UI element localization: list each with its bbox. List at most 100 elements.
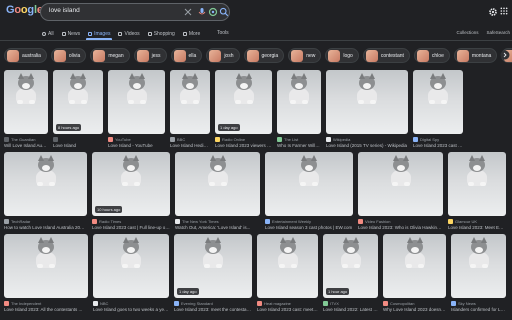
result-title[interactable]: Watch Out, America: 'Love Island' is...	[175, 225, 260, 230]
result-source[interactable]: The Guardian	[4, 137, 48, 142]
mic-icon[interactable]	[197, 7, 207, 17]
result-thumbnail[interactable]	[4, 234, 88, 298]
image-result[interactable]: The Independent Love Island 2023: All the…	[4, 234, 88, 312]
result-thumbnail[interactable]	[4, 70, 48, 134]
chip-olivia[interactable]: olivia	[50, 48, 87, 63]
chip-jess[interactable]: jess	[133, 48, 167, 63]
result-title[interactable]: Love Island 2023 cast - meet the new ...	[413, 143, 463, 148]
result-title[interactable]: How to watch Love Island Australia 2022 …	[4, 225, 87, 230]
result-title[interactable]: Love Island 2023: meet the contestants .…	[174, 307, 252, 312]
image-result[interactable]: Video Fashion Love Island 2023: Who is Ol…	[358, 152, 443, 230]
result-title[interactable]: Love Island goes to two weeks a year ...	[93, 307, 169, 312]
chip-montana[interactable]: montana	[453, 48, 498, 63]
tab-more[interactable]: More	[182, 29, 200, 39]
image-result[interactable]: 1 day ago Radio Online Love Island 2023 vi…	[215, 70, 272, 148]
result-title[interactable]: Love Island 2023: Meet Empowering ...	[448, 225, 506, 230]
result-thumbnail[interactable]	[383, 234, 446, 298]
tab-videos[interactable]: Videos	[118, 29, 140, 39]
search-icon[interactable]	[219, 7, 229, 17]
result-source[interactable]: Heat magazine	[257, 301, 318, 306]
result-source[interactable]: Entertainment Weekly	[265, 219, 353, 224]
search-input[interactable]: love island	[49, 7, 80, 14]
result-source[interactable]: NBC	[93, 301, 169, 306]
image-result[interactable]: The GuardianWill Love Island Australia f…	[4, 70, 48, 148]
result-source[interactable]: The New York Times	[175, 219, 260, 224]
result-source[interactable]: Digital Spy	[413, 137, 463, 142]
image-result[interactable]: Sky NewsIslanders confirmed for Love Isl…	[451, 234, 506, 312]
result-title[interactable]: Love Island 2022: Latest news, views ...	[323, 307, 378, 312]
result-source[interactable]	[53, 137, 103, 142]
result-title[interactable]: Love Island - YouTube	[108, 143, 165, 148]
image-result[interactable]: Entertainment Weekly Love Island season 3…	[265, 152, 353, 230]
result-source[interactable]: ITVX	[323, 301, 378, 306]
chip-contestant[interactable]: contestant	[362, 48, 410, 63]
chip-new[interactable]: new	[288, 48, 322, 63]
result-thumbnail[interactable]: 1 day ago	[174, 234, 252, 298]
result-thumbnail[interactable]	[108, 70, 165, 134]
safesearch-link[interactable]: SafeSearch	[486, 30, 510, 35]
result-source[interactable]: Glamour UK	[448, 219, 506, 224]
result-source[interactable]: Cosmopolitan	[383, 301, 446, 306]
result-title[interactable]: Love Island Hedinland ...	[170, 143, 210, 148]
result-thumbnail[interactable]	[175, 152, 260, 216]
image-result[interactable]: 8 hours ago Love Island	[53, 70, 103, 148]
image-result[interactable]: Glamour UKLove Island 2023: Meet Empower…	[448, 152, 506, 230]
result-thumbnail[interactable]	[277, 70, 321, 134]
image-result[interactable]: Digital SpyLove Island 2023 cast - meet …	[413, 70, 463, 148]
image-result[interactable]: 10 hours ago Radio Times Love Island 2023 …	[92, 152, 170, 230]
tab-all[interactable]: All	[42, 29, 54, 39]
result-title[interactable]: Will Love Island Australia ful...	[4, 143, 48, 148]
result-source[interactable]: Evening Standard	[174, 301, 252, 306]
result-source[interactable]: Radio Online	[215, 137, 272, 142]
chip-josh[interactable]: josh	[206, 48, 240, 63]
search-box[interactable]: love island	[40, 3, 230, 21]
image-result[interactable]: BBCLove Island Hedinland ...	[170, 70, 210, 148]
result-thumbnail[interactable]: 8 hours ago	[53, 70, 103, 134]
chip-australia[interactable]: australia	[4, 48, 47, 63]
result-thumbnail[interactable]	[257, 234, 318, 298]
result-title[interactable]: Love Island season 3 cast photos | EW.co…	[265, 225, 353, 230]
result-thumbnail[interactable]	[451, 234, 506, 298]
collections-link[interactable]: Collections	[456, 30, 478, 35]
result-thumbnail[interactable]	[4, 152, 87, 216]
result-source[interactable]: Video Fashion	[358, 219, 443, 224]
result-thumbnail[interactable]	[265, 152, 353, 216]
result-source[interactable]: Wikipedia	[326, 137, 408, 142]
result-thumbnail[interactable]	[413, 70, 463, 134]
chip-chloe[interactable]: chloe	[413, 48, 450, 63]
clear-icon[interactable]	[183, 7, 193, 17]
result-source[interactable]: The List	[277, 137, 321, 142]
image-result[interactable]: 1 day ago Evening Standard Love Island 202…	[174, 234, 252, 312]
image-result[interactable]: TechRadar How to watch Love Island Austra…	[4, 152, 87, 230]
result-source[interactable]: The Independent	[4, 301, 88, 306]
chip-logo[interactable]: logo	[325, 48, 359, 63]
result-title[interactable]: Love Island 2023: All the contestants ..…	[4, 307, 88, 312]
result-title[interactable]: Love Island	[53, 143, 103, 148]
image-result[interactable]: Cosmopolitan Why Love Island 2023 doesn't…	[383, 234, 446, 312]
image-result[interactable]: NBC Love Island goes to two weeks a year …	[93, 234, 169, 312]
result-thumbnail[interactable]	[170, 70, 210, 134]
result-title[interactable]: Islanders confirmed for Love Island ...	[451, 307, 506, 312]
result-title[interactable]: Love Island 2023 cast: meet the new ...	[257, 307, 318, 312]
apps-grid-icon[interactable]	[500, 7, 508, 15]
result-thumbnail[interactable]	[93, 234, 169, 298]
google-logo[interactable]: Google	[6, 4, 43, 16]
image-result[interactable]: YouTube Love Island - YouTube	[108, 70, 165, 148]
tab-news[interactable]: News	[61, 29, 80, 39]
result-source[interactable]: BBC	[170, 137, 210, 142]
result-title[interactable]: Love Island 2023 cast | Full line-up of …	[92, 225, 170, 230]
chip-megan[interactable]: megan	[90, 48, 130, 63]
result-thumbnail[interactable]	[358, 152, 443, 216]
chip-georgia[interactable]: georgia	[243, 48, 285, 63]
image-result[interactable]: Wikipedia Love Island (2015 TV series) - …	[326, 70, 408, 148]
result-source[interactable]: YouTube	[108, 137, 165, 142]
chip-ella[interactable]: ella	[170, 48, 203, 63]
result-source[interactable]: TechRadar	[4, 219, 87, 224]
result-source[interactable]: Sky News	[451, 301, 506, 306]
result-thumbnail[interactable]	[448, 152, 506, 216]
tools-button[interactable]: Tools	[217, 30, 229, 36]
chevron-right-icon[interactable]	[500, 50, 510, 60]
image-result[interactable]: Heat magazine Love Island 2023 cast: meet…	[257, 234, 318, 312]
result-title[interactable]: Love Island (2015 TV series) - Wikipedia	[326, 143, 408, 148]
result-thumbnail[interactable]: 1 day ago	[215, 70, 272, 134]
